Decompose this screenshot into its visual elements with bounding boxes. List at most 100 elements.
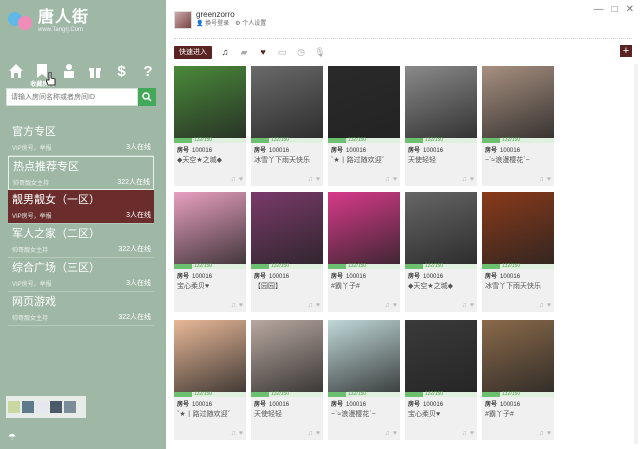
search-input[interactable] xyxy=(6,88,138,106)
heart-icon[interactable]: ♥ xyxy=(547,302,551,309)
music-icon[interactable]: ♫ xyxy=(231,430,236,437)
heart-icon[interactable]: ♥ xyxy=(239,302,243,309)
home-icon[interactable] xyxy=(6,61,26,81)
heart-icon[interactable]: ♥ xyxy=(393,430,397,437)
zone-item-zone2[interactable]: 军人之家（二区） 帅哥靓女主持 322人在线 xyxy=(8,224,154,258)
skin-thumb[interactable] xyxy=(22,401,34,413)
music-icon[interactable]: ♫ xyxy=(308,176,313,183)
heart-icon[interactable]: ♥ xyxy=(257,46,269,58)
monitor-icon[interactable]: ▭ xyxy=(276,46,288,58)
maximize-button[interactable]: □ xyxy=(612,4,618,15)
room-card[interactable]: 132/150 房号 100016 ˇ★丨路过随欢迎ˇ ♫ ♥ xyxy=(174,320,246,440)
minimize-button[interactable]: — xyxy=(594,4,604,15)
mic-icon[interactable]: 🎙 xyxy=(314,46,326,58)
heart-icon[interactable]: ♥ xyxy=(547,176,551,183)
music-icon[interactable]: ♫ xyxy=(539,176,544,183)
room-card[interactable]: 132/150 房号 100016 冰雪丫下雨天快乐 ♫ ♥ xyxy=(251,66,323,186)
heart-icon[interactable]: ♥ xyxy=(316,430,320,437)
room-card[interactable]: 132/150 房号 100016 宝心柔贝♥ ♫ ♥ xyxy=(405,320,477,440)
settings-link[interactable]: ⚙ 个人设置 xyxy=(235,20,266,29)
heart-icon[interactable]: ♥ xyxy=(547,430,551,437)
skin-thumb[interactable] xyxy=(50,401,62,413)
room-thumbnail[interactable] xyxy=(174,320,246,392)
help-icon[interactable]: ? xyxy=(138,61,158,81)
heart-icon[interactable]: ♥ xyxy=(393,176,397,183)
room-thumbnail[interactable] xyxy=(405,320,477,392)
dollar-icon[interactable]: $ xyxy=(112,61,132,81)
room-card[interactable]: 132/150 房号 100016 宝心柔贝♥ ♫ ♥ xyxy=(174,192,246,312)
heart-icon[interactable]: ♥ xyxy=(239,176,243,183)
user-icon[interactable] xyxy=(59,61,79,81)
room-card[interactable]: 132/150 房号 100016 ◆天空★之城◆ ♫ ♥ xyxy=(174,66,246,186)
music-icon[interactable]: ♫ xyxy=(385,430,390,437)
clock-icon[interactable]: ◷ xyxy=(295,46,307,58)
zone-item-zone3[interactable]: 综合广场（三区） VIP房号，举报 3人在线 xyxy=(8,258,154,292)
room-thumbnail[interactable] xyxy=(251,66,323,138)
heart-icon[interactable]: ♥ xyxy=(316,302,320,309)
zone-item-games[interactable]: 网页游戏 帅哥靓女主持 322人在线 xyxy=(8,292,154,326)
room-thumbnail[interactable] xyxy=(328,192,400,264)
room-title: 冰雪丫下雨天快乐 xyxy=(254,157,310,164)
music-icon[interactable]: ♫ xyxy=(462,302,467,309)
music-icon[interactable]: ♫ xyxy=(308,430,313,437)
heart-icon[interactable]: ♥ xyxy=(470,430,474,437)
room-card[interactable]: 132/150 房号 100016 【园园】 ♫ ♥ xyxy=(251,192,323,312)
room-card[interactable]: 132/150 房号 100016 ~ˋ≈浪漫樱花ˋ~ ♫ ♥ xyxy=(482,66,554,186)
room-thumbnail[interactable] xyxy=(328,320,400,392)
skin-icon[interactable]: ☂ xyxy=(8,432,20,442)
room-id: 房号 100016 xyxy=(408,145,474,154)
room-card[interactable]: 132/150 房号 100016 冰雪丫下雨天快乐 ♫ ♥ xyxy=(482,192,554,312)
room-thumbnail[interactable] xyxy=(482,320,554,392)
avatar[interactable] xyxy=(174,10,192,29)
heart-icon[interactable]: ♥ xyxy=(393,302,397,309)
music-icon[interactable]: ♫ xyxy=(539,430,544,437)
heart-icon[interactable]: ♥ xyxy=(470,302,474,309)
room-thumbnail[interactable] xyxy=(174,66,246,138)
room-thumbnail[interactable] xyxy=(405,192,477,264)
room-thumbnail[interactable] xyxy=(405,66,477,138)
music-icon[interactable]: ♫ xyxy=(462,176,467,183)
zone-item-official[interactable]: 官方专区 VIP房号，举报 3人在线 xyxy=(8,122,154,156)
music-icon[interactable]: ♫ xyxy=(385,176,390,183)
music-icon[interactable]: ♫ xyxy=(462,430,467,437)
music-icon[interactable]: ♫ xyxy=(539,302,544,309)
room-thumbnail[interactable] xyxy=(251,320,323,392)
room-card[interactable]: 132/150 房号 100016 ~ˋ≈浪漫樱花ˋ~ ♫ ♥ xyxy=(328,320,400,440)
gift-icon[interactable] xyxy=(85,61,105,81)
room-card[interactable]: 132/150 房号 100016 #霸丫子# ♫ ♥ xyxy=(482,320,554,440)
room-card[interactable]: 132/150 房号 100016 #霸丫子# ♫ ♥ xyxy=(328,192,400,312)
room-card[interactable]: 132/150 房号 100016 天使轻轻 ♫ ♥ xyxy=(405,66,477,186)
heart-icon[interactable]: ♥ xyxy=(239,430,243,437)
quick-enter-button[interactable]: 快速进入 xyxy=(174,45,212,59)
room-thumbnail[interactable] xyxy=(328,66,400,138)
room-id-prefix: 房号 xyxy=(485,402,498,408)
music-icon[interactable]: ♫ xyxy=(231,176,236,183)
music-icon[interactable]: ♫ xyxy=(219,46,231,58)
skin-thumb[interactable] xyxy=(36,401,48,413)
skin-thumb[interactable] xyxy=(8,401,20,413)
book-icon[interactable]: ▰ xyxy=(238,46,250,58)
music-icon[interactable]: ♫ xyxy=(231,302,236,309)
music-icon[interactable]: ♫ xyxy=(308,302,313,309)
skin-thumbnails[interactable] xyxy=(6,396,86,418)
add-button[interactable]: + xyxy=(620,45,632,57)
room-card[interactable]: 132/150 房号 100016 ◆天空★之城◆ ♫ ♥ xyxy=(405,192,477,312)
room-thumbnail[interactable] xyxy=(251,192,323,264)
scrollbar[interactable] xyxy=(634,64,638,444)
heart-icon[interactable]: ♥ xyxy=(470,176,474,183)
zone-item-zone1[interactable]: 靓男靓女（一区） VIP房号，举报 3人在线 xyxy=(8,190,154,224)
music-icon[interactable]: ♫ xyxy=(385,302,390,309)
skin-thumb[interactable] xyxy=(64,401,76,413)
room-thumbnail[interactable] xyxy=(482,192,554,264)
room-title: 冰雪丫下雨天快乐 xyxy=(485,283,541,290)
room-card[interactable]: 132/150 房号 100016 天使轻轻 ♫ ♥ xyxy=(251,320,323,440)
search-button[interactable] xyxy=(138,88,156,106)
close-button[interactable]: ✕ xyxy=(626,4,634,15)
switch-account-link[interactable]: 👤 换号登录 xyxy=(196,20,229,29)
room-card[interactable]: 132/150 房号 100016 ˇ★丨路过随欢迎ˇ ♫ ♥ xyxy=(328,66,400,186)
room-thumbnail[interactable] xyxy=(482,66,554,138)
room-thumbnail[interactable] xyxy=(174,192,246,264)
heart-icon[interactable]: ♥ xyxy=(316,176,320,183)
zone-item-hot[interactable]: 热点推荐专区 帅哥靓女主持 322人在线 xyxy=(8,156,154,190)
room-title: ˇ★丨路过随欢迎ˇ xyxy=(177,411,230,418)
